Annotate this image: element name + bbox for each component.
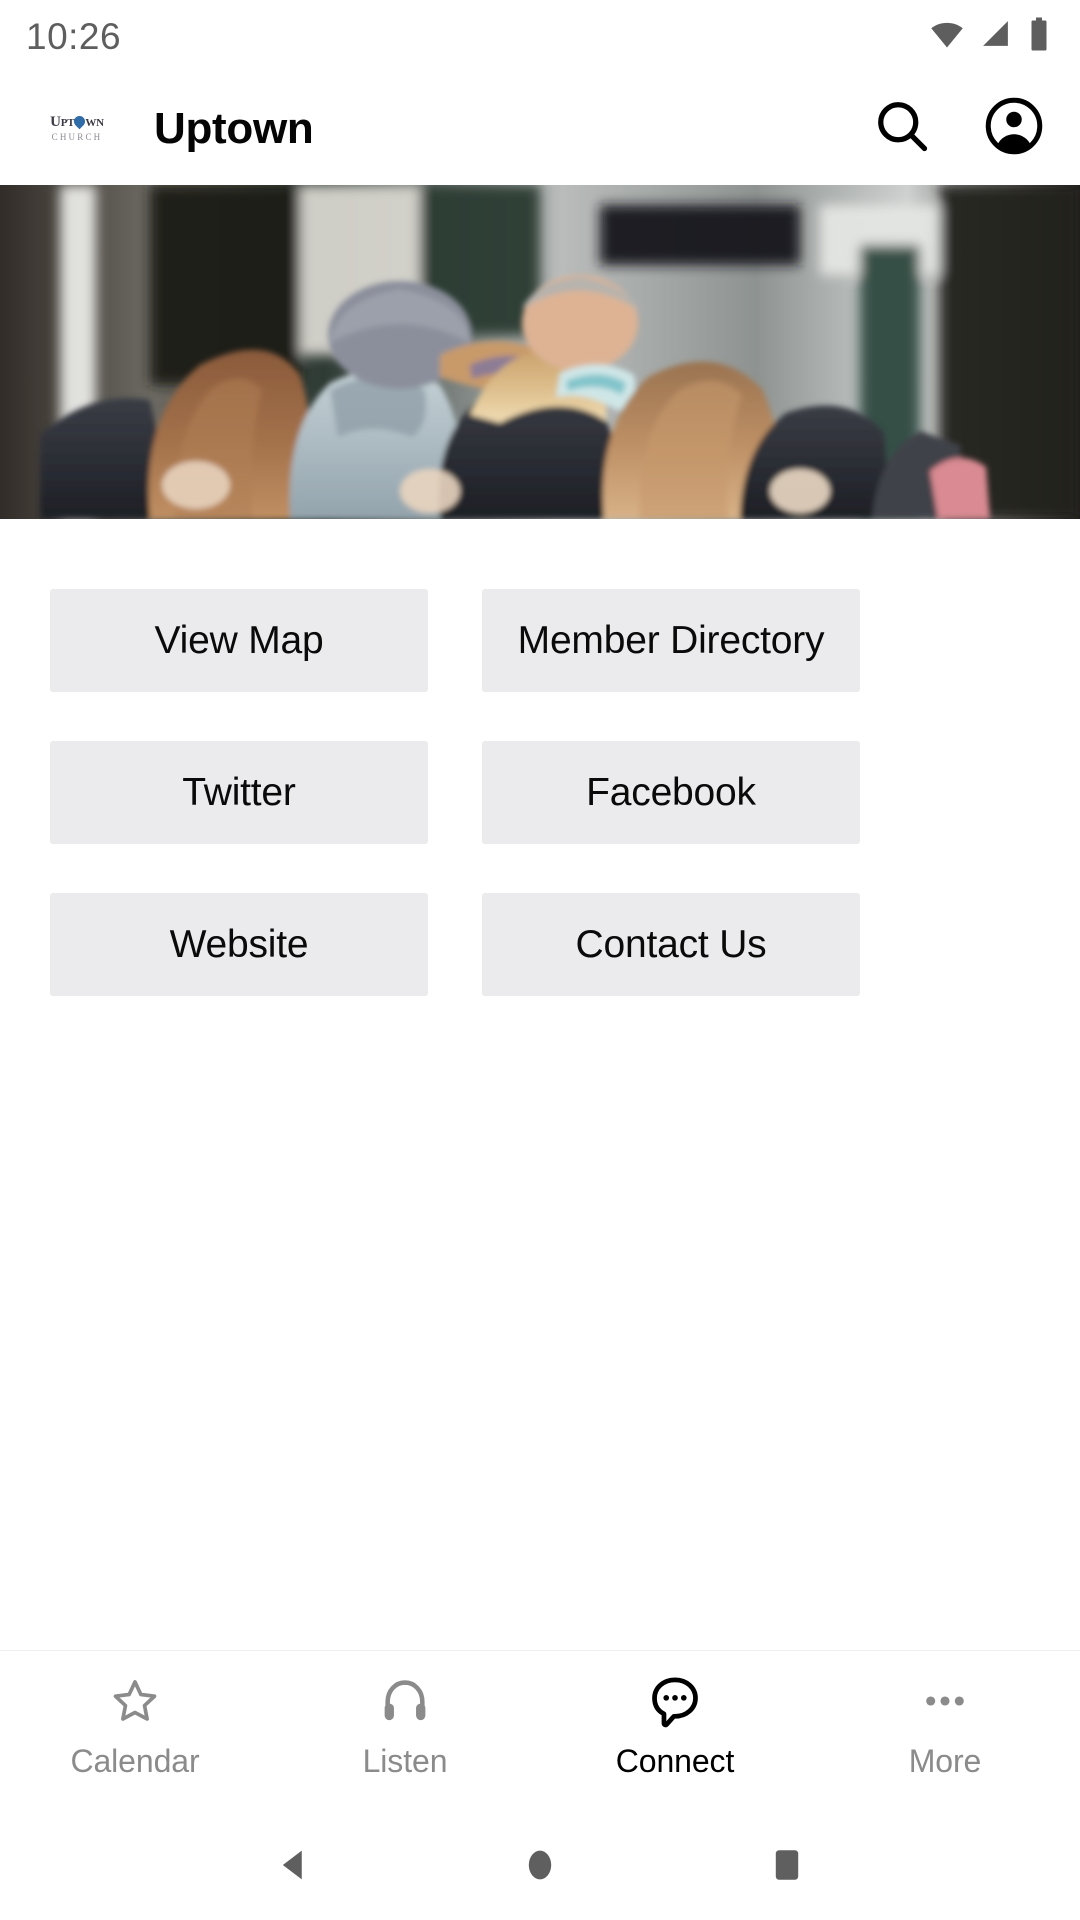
tab-more[interactable]: More	[810, 1673, 1080, 1777]
status-icons	[929, 16, 1052, 57]
facebook-button[interactable]: Facebook	[482, 741, 860, 844]
app-bar-actions	[870, 97, 1046, 161]
tab-calendar[interactable]: Calendar	[0, 1673, 270, 1777]
app-bar: Upt wn CHURCH Uptown	[0, 72, 1080, 185]
website-button[interactable]: Website	[50, 893, 428, 996]
logo-wordmark: Upt wn	[50, 113, 104, 130]
account-circle-icon	[984, 96, 1044, 161]
main-content: View Map Member Directory Twitter Facebo…	[0, 519, 1080, 1650]
logo-subtitle: CHURCH	[51, 132, 103, 142]
tab-listen[interactable]: Listen	[270, 1673, 540, 1777]
uptown-church-logo: Upt wn CHURCH	[44, 107, 110, 151]
ellipsis-icon	[919, 1673, 971, 1729]
status-bar: 10:26	[0, 0, 1080, 72]
android-system-nav	[0, 1815, 1080, 1920]
cellular-signal-icon	[979, 17, 1012, 55]
recents-button[interactable]	[757, 1838, 817, 1898]
twitter-button[interactable]: Twitter	[50, 741, 428, 844]
tab-label-connect: Connect	[615, 1743, 735, 1779]
search-button[interactable]	[870, 97, 934, 161]
status-time: 10:26	[26, 15, 122, 57]
headphones-icon	[379, 1673, 431, 1729]
contact-us-button[interactable]: Contact Us	[482, 893, 860, 996]
hero-photo	[0, 185, 1080, 519]
triangle-left-icon	[272, 1844, 314, 1891]
square-icon	[766, 1844, 808, 1891]
tab-connect[interactable]: Connect	[540, 1673, 810, 1777]
bottom-tab-bar: Calendar Listen Connect More	[0, 1650, 1080, 1815]
battery-icon	[1026, 16, 1052, 57]
member-directory-button[interactable]: Member Directory	[482, 589, 860, 692]
tab-label-listen: Listen	[362, 1743, 448, 1779]
action-button-grid: View Map Member Directory Twitter Facebo…	[0, 589, 1080, 996]
wifi-icon	[929, 16, 965, 57]
tab-label-calendar: Calendar	[70, 1743, 200, 1779]
star-outline-icon	[109, 1673, 161, 1729]
tab-label-more: More	[908, 1743, 982, 1779]
account-button[interactable]	[982, 97, 1046, 161]
chat-bubble-dots-icon	[648, 1673, 702, 1729]
app-screen: 10:26 Upt wn CHURCH Uptown View Map Memb…	[0, 0, 1080, 1920]
view-map-button[interactable]: View Map	[50, 589, 428, 692]
home-button[interactable]	[510, 1838, 570, 1898]
search-icon	[872, 96, 932, 161]
circle-icon	[519, 1844, 561, 1891]
page-title: Uptown	[154, 103, 314, 153]
back-button[interactable]	[263, 1838, 323, 1898]
